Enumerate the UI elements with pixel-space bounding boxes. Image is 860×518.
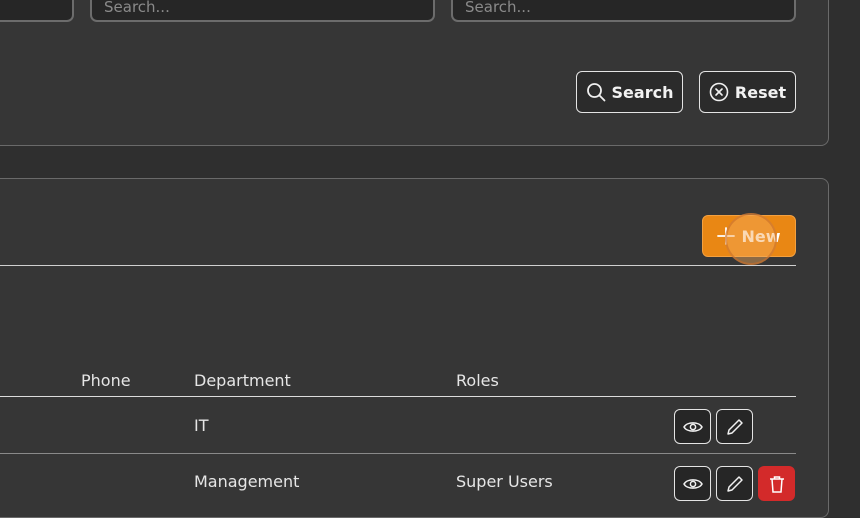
row-2-roles: Super Users: [456, 472, 553, 491]
reset-button[interactable]: Reset: [699, 71, 796, 113]
reset-button-label: Reset: [734, 82, 787, 102]
eye-icon: [682, 478, 703, 489]
plus-icon: [717, 227, 736, 245]
close-circle-icon: [709, 82, 729, 102]
row-1-department: IT: [194, 416, 209, 435]
header-divider: [0, 396, 796, 397]
edit-button[interactable]: [716, 409, 753, 444]
row-2-department: Management: [194, 472, 300, 491]
filter-input-2[interactable]: Search...: [90, 0, 435, 22]
column-header-phone[interactable]: Phone: [81, 371, 131, 390]
search-button-label: Search: [611, 82, 674, 102]
trash-icon: [769, 475, 784, 493]
column-header-roles[interactable]: Roles: [456, 371, 499, 390]
pencil-icon: [726, 418, 743, 435]
search-button[interactable]: Search: [576, 71, 683, 113]
new-button-label: New: [741, 226, 781, 246]
column-header-department[interactable]: Department: [194, 371, 291, 390]
delete-button[interactable]: [758, 466, 795, 501]
pencil-icon: [726, 475, 743, 492]
filter-input-2-placeholder: Search...: [104, 0, 170, 16]
filter-input-3-placeholder: Search...: [465, 0, 531, 16]
filter-input-3[interactable]: Search...: [451, 0, 796, 22]
filter-input-1[interactable]: [0, 0, 74, 22]
view-button[interactable]: [674, 409, 711, 444]
new-button[interactable]: New: [702, 215, 796, 257]
search-icon: [586, 83, 605, 102]
row-divider: [0, 453, 796, 454]
toolbar-divider: [0, 265, 796, 266]
view-button[interactable]: [674, 466, 711, 501]
eye-icon: [682, 421, 703, 432]
edit-button[interactable]: [716, 466, 753, 501]
